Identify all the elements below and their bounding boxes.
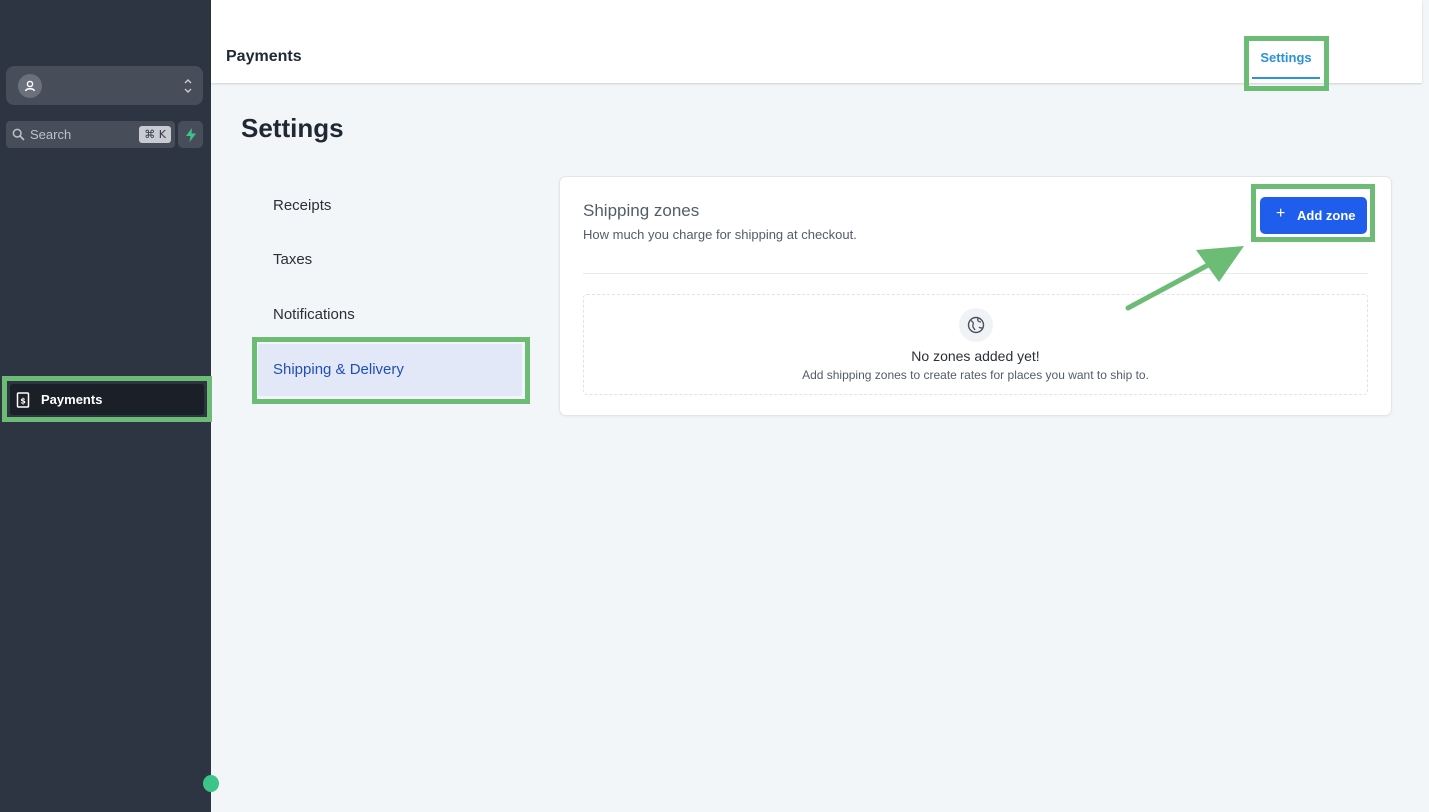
card-divider (583, 273, 1368, 274)
subnav-item-taxes[interactable]: Taxes (273, 251, 312, 268)
section-label-peek (20, 368, 80, 374)
search-icon (12, 128, 25, 141)
highlight-box-settings-tab (1244, 36, 1329, 91)
highlight-box-shipping-delivery (252, 337, 530, 404)
empty-state-title: No zones added yet! (911, 348, 1040, 364)
user-circle-icon (18, 74, 42, 98)
chevrons-up-down-icon (184, 79, 192, 93)
subnav-item-receipts[interactable]: Receipts (273, 197, 331, 214)
empty-state: No zones added yet! Add shipping zones t… (583, 294, 1368, 395)
highlight-box-payments (2, 376, 212, 422)
bolt-icon (185, 127, 196, 142)
card-description: How much you charge for shipping at chec… (583, 227, 857, 242)
help-launcher[interactable] (203, 775, 219, 792)
search-shortcut-badge: ⌘ K (139, 126, 171, 143)
highlight-box-add-zone (1251, 184, 1375, 242)
search-placeholder: Search (30, 127, 72, 142)
page-title: Settings (241, 113, 344, 143)
quick-actions-button[interactable] (178, 121, 203, 148)
empty-state-description: Add shipping zones to create rates for p… (802, 368, 1149, 382)
globe-icon (959, 308, 993, 342)
topbar: Payments Settings (211, 0, 1422, 83)
workspace-switcher[interactable] (6, 66, 203, 105)
page-name: Payments (226, 48, 302, 65)
search-input[interactable]: Search ⌘ K (6, 121, 175, 148)
subnav-item-notifications[interactable]: Notifications (273, 306, 355, 323)
card-title: Shipping zones (583, 201, 700, 220)
